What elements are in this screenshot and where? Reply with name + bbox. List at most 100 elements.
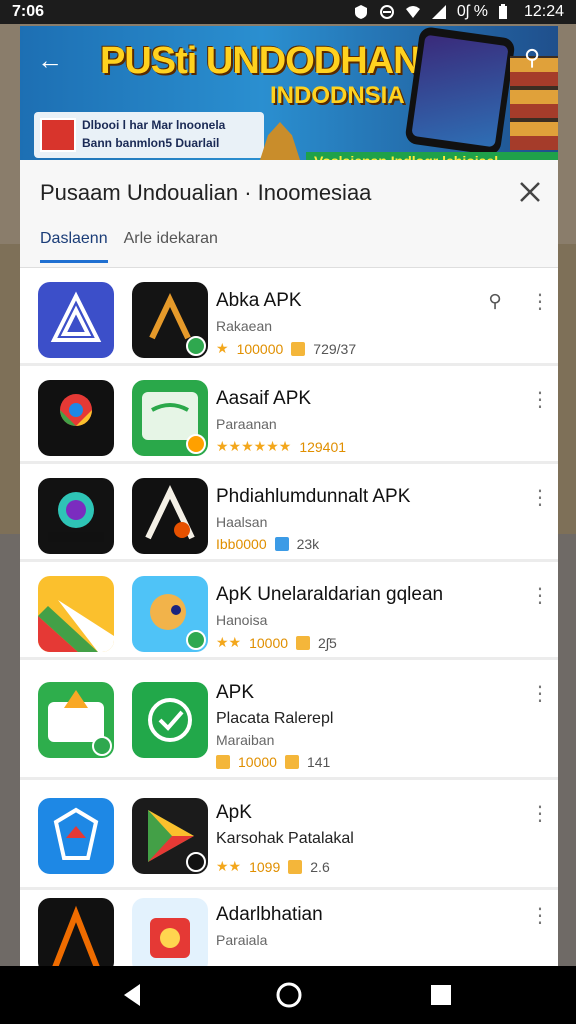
more-vert-icon[interactable]: ⋮ — [530, 682, 550, 706]
temple-illustration — [260, 122, 300, 160]
phone-illustration — [404, 26, 516, 157]
banner-card: Dlbooi l har Mar lnoonela Bann banmlon5 … — [34, 112, 264, 158]
shield-app-icon — [38, 798, 114, 874]
app-subtitle: Haalsan — [216, 514, 268, 530]
banner-app-icon — [40, 118, 76, 152]
app-name: ApK — [216, 802, 252, 823]
app-icon — [132, 898, 208, 966]
app-list: Abka APK Rakaean ★ 100000 729/37 ⚲ ⋮ Aas… — [20, 268, 558, 966]
apk-logo-icon — [38, 282, 114, 358]
more-vert-icon[interactable]: ⋮ — [530, 802, 550, 826]
banner-card-line2: Bann banmlon5 Duarlail — [82, 136, 220, 150]
banner-strip: Voslaienan Indlogr lehioiael — [306, 152, 558, 160]
more-vert-icon[interactable]: ⋮ — [530, 904, 550, 928]
chrome-style-icon — [38, 380, 114, 456]
banner-title: PUSti UNDODHAN — [100, 40, 421, 82]
bag-icon — [291, 341, 306, 356]
download-count: 141 — [306, 754, 331, 770]
app-name: Phdiahlumdunnalt APK — [216, 486, 411, 507]
maps-icon — [38, 576, 114, 652]
rating-count: 10000 — [238, 754, 277, 770]
wifi-icon — [405, 4, 421, 20]
app-subtitle: Rakaean — [216, 318, 273, 334]
promo-banner: ← PUSti UNDODHAN INDODNSIA Dlbooi l har … — [20, 26, 558, 160]
tab-arle-idekaran[interactable]: Arle idekaran — [124, 230, 218, 263]
bag-icon — [284, 755, 299, 769]
app-meta: ★ 100000 729/37 — [216, 340, 356, 357]
star-rating: ★★★★★★ — [216, 438, 292, 454]
app-meta: Ibb0000 23k — [216, 536, 319, 552]
star-rating: ★★ — [216, 634, 242, 650]
app-subtitle: Hanoisa — [216, 612, 268, 628]
more-vert-icon[interactable]: ⋮ — [530, 290, 550, 314]
back-triangle-icon[interactable] — [118, 980, 148, 1010]
app-meta: ★★ 1099 2.6 — [216, 858, 330, 875]
download-count: 729/37 — [313, 340, 357, 357]
navigation-bar — [0, 966, 576, 1024]
list-item[interactable]: Abka APK Rakaean ★ 100000 729/37 ⚲ ⋮ — [20, 268, 558, 366]
rating-count: 10000 — [249, 634, 289, 651]
app-list-sheet: Pusaam Undoualian · Inoomesiaa Daslaenn … — [20, 160, 558, 966]
app-subtitle: Paraanan — [216, 416, 277, 432]
key-icon[interactable]: ⚲ — [518, 44, 546, 72]
home-circle-icon[interactable] — [274, 980, 304, 1010]
robot-icon — [132, 576, 208, 652]
status-time-right: 12:24 — [523, 3, 564, 20]
app-icon — [132, 478, 208, 554]
list-item[interactable]: ApK Unelaraldarian gqlean Hanoisa ★★ 100… — [20, 562, 558, 660]
status-bar: 7:06 0ʃ % 12:24 — [0, 0, 576, 24]
banner-card-line1: Dlbooi l har Mar lnoonela — [82, 118, 226, 132]
app-icon — [132, 282, 208, 358]
app-name: ApK Unelaraldarian gqlean — [216, 584, 444, 605]
list-item[interactable]: APK Placata Ralerepl Maraiban 10000 141 … — [20, 660, 558, 780]
download-count: 2.6 — [310, 858, 330, 875]
app-name: Adarlbhatian — [216, 904, 323, 925]
list-item[interactable]: Phdiahlumdunnalt APK Haalsan Ibb0000 23k… — [20, 464, 558, 562]
list-item[interactable]: Adarlbhatian Paraiala ⋮ — [20, 890, 558, 966]
close-icon[interactable] — [516, 178, 544, 206]
bag-icon — [296, 635, 311, 650]
tab-daslaenn[interactable]: Daslaenn — [40, 230, 108, 263]
battery-text: 0ʃ % — [456, 3, 488, 20]
shield-icon — [353, 4, 369, 20]
sheet-title: Pusaam Undoualian · Inoomesiaa — [40, 180, 372, 205]
star-rating: ★★ — [216, 858, 242, 874]
more-vert-icon[interactable]: ⋮ — [530, 388, 550, 412]
rating-count: 100000 — [236, 340, 284, 357]
rating-count: 129401 — [299, 438, 347, 455]
recents-square-icon[interactable] — [426, 980, 456, 1010]
bag-icon — [216, 755, 230, 769]
apk-green-icon — [38, 682, 114, 758]
banner-subtitle: INDODNSIA — [270, 82, 405, 109]
bag-icon — [274, 537, 289, 551]
more-vert-icon[interactable]: ⋮ — [530, 486, 550, 510]
app-subtitle-2: Maraiban — [216, 732, 275, 748]
sheet-tabs: Daslaenn Arle idekaran — [40, 230, 218, 263]
rating-count: 1099 — [249, 858, 281, 875]
download-count: 23k — [296, 536, 320, 552]
app-subtitle: Paraiala — [216, 932, 268, 948]
more-vert-icon[interactable]: ⋮ — [530, 584, 550, 608]
bag-icon — [288, 859, 303, 874]
play-store-icon — [132, 798, 208, 874]
signal-icon — [431, 4, 447, 20]
battery-icon — [498, 4, 514, 20]
app-name: APK — [216, 682, 255, 703]
pinwheel-icon — [38, 478, 114, 554]
list-item[interactable]: ApK Karsohak Patalakal ★★ 1099 2.6 ⋮ — [20, 780, 558, 890]
list-item[interactable]: Aasaif APK Paraanan ★★★★★★ 129401 ⋮ — [20, 366, 558, 464]
app-meta: 10000 141 — [216, 754, 330, 770]
rating-count: Ibb0000 — [216, 536, 267, 552]
app-icon — [132, 380, 208, 456]
back-arrow-icon[interactable]: ← — [34, 44, 66, 76]
status-time-left: 7:06 — [12, 3, 45, 20]
check-icon — [132, 682, 208, 758]
sheet-header: Pusaam Undoualian · Inoomesiaa Daslaenn … — [20, 160, 558, 268]
app-meta: ★★★★★★ 129401 — [216, 438, 346, 455]
app-name: Aasaif APK — [216, 388, 312, 409]
pin-icon[interactable]: ⚲ — [484, 290, 506, 312]
app-meta: ★★ 10000 2ʃ5 — [216, 634, 337, 651]
do-not-disturb-icon — [379, 4, 395, 20]
app-name: Abka APK — [216, 290, 302, 311]
download-count: 2ʃ5 — [318, 634, 337, 651]
